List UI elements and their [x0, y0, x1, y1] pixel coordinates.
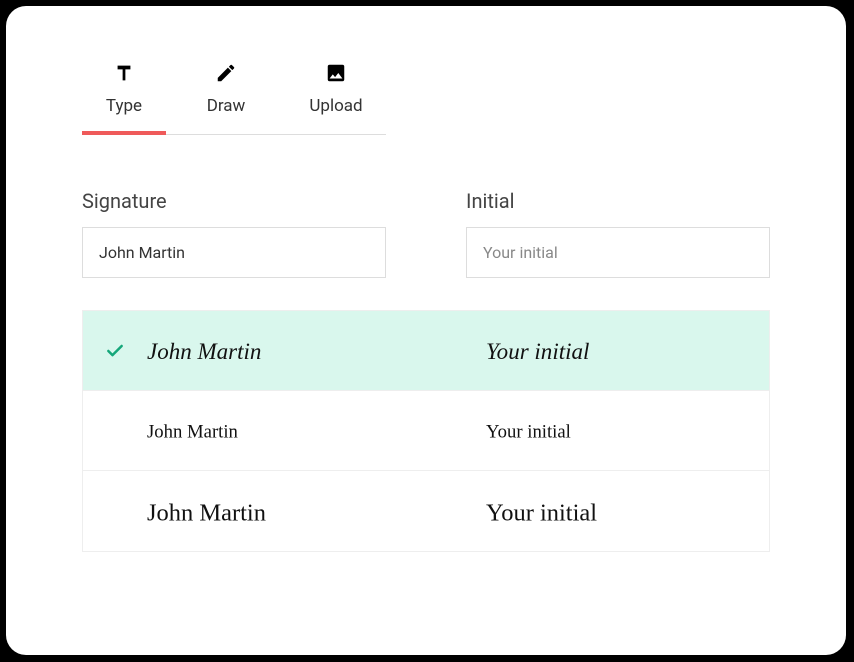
check-col [105, 341, 147, 361]
style-option-1[interactable]: John Martin Your initial [83, 311, 769, 391]
initial-input[interactable] [466, 227, 770, 278]
tabs: Type Draw Upload [82, 60, 386, 135]
initial-label: Initial [466, 189, 770, 213]
cursive-signature-2: John Martin [147, 413, 334, 449]
signature-group: Signature [82, 189, 386, 278]
inputs-row: Signature Initial [82, 189, 770, 278]
tab-draw[interactable]: Draw [166, 60, 286, 134]
style-option-2[interactable]: John Martin Your initial [83, 391, 769, 471]
signature-style-list: John Martin Your initial John Martin You… [82, 310, 770, 552]
signature-label: Signature [82, 189, 386, 213]
tab-type[interactable]: Type [82, 60, 166, 134]
tab-draw-label: Draw [207, 96, 246, 116]
svg-text:Your initial: Your initial [486, 337, 589, 363]
active-tab-indicator [82, 131, 166, 135]
cursive-initial-3: Your initial [486, 493, 644, 529]
style-option-3[interactable]: John Martin Your initial [83, 471, 769, 551]
cursive-initial-2: Your initial [486, 413, 644, 449]
initial-group: Initial [466, 189, 770, 278]
tab-upload-label: Upload [309, 96, 362, 116]
svg-text:Your initial: Your initial [486, 421, 571, 442]
signature-preview: John Martin [147, 333, 486, 369]
initial-preview: Your initial [486, 493, 747, 529]
initial-preview: Your initial [486, 333, 747, 369]
signature-card: Type Draw Upload Signature Initial [6, 6, 846, 655]
type-icon [113, 60, 135, 86]
tab-upload[interactable]: Upload [286, 60, 386, 134]
cursive-initial-1: Your initial [486, 333, 644, 369]
signature-preview: John Martin [147, 493, 486, 529]
image-icon [325, 60, 347, 86]
svg-text:John Martin: John Martin [147, 499, 266, 526]
svg-text:John Martin: John Martin [147, 421, 239, 442]
cursive-signature-3: John Martin [147, 493, 334, 529]
check-icon [105, 341, 125, 361]
cursive-signature-1: John Martin [147, 333, 334, 369]
signature-preview: John Martin [147, 413, 486, 449]
svg-text:John Martin: John Martin [147, 337, 261, 363]
signature-input[interactable] [82, 227, 386, 278]
pencil-icon [215, 60, 237, 86]
initial-preview: Your initial [486, 413, 747, 449]
svg-text:Your initial: Your initial [486, 499, 597, 526]
tab-type-label: Type [106, 96, 142, 116]
